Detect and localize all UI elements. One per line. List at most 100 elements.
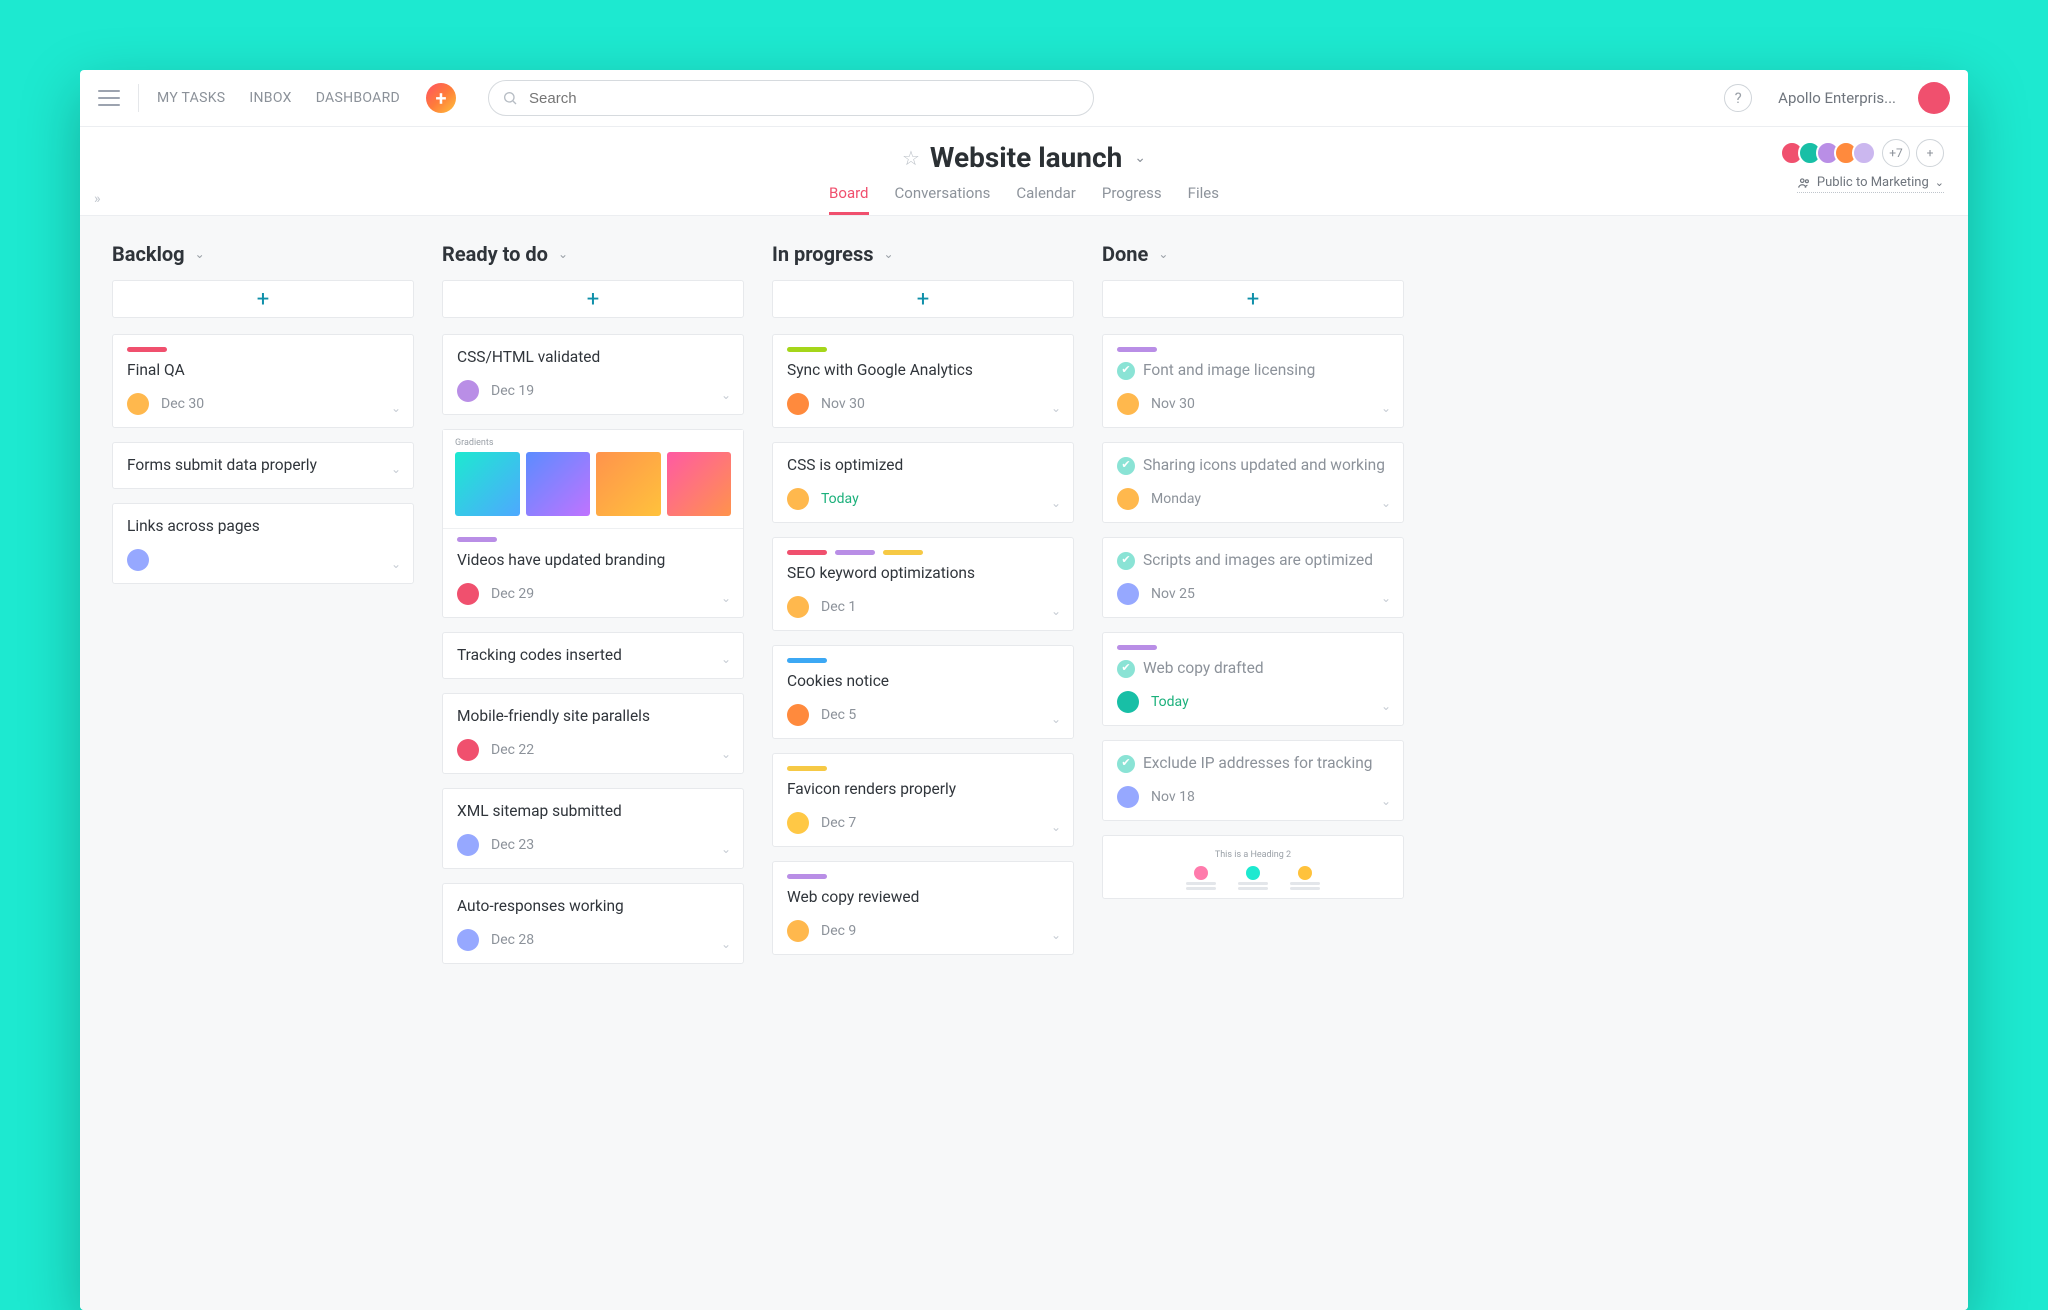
member-overflow-button[interactable]: +7 xyxy=(1882,139,1910,167)
chevron-down-icon[interactable]: ⌄ xyxy=(1381,401,1391,415)
task-card[interactable]: Scripts and images are optimizedNov 25⌄ xyxy=(1102,537,1404,618)
chevron-down-icon[interactable]: ⌄ xyxy=(721,388,731,402)
task-card[interactable]: Web copy draftedToday⌄ xyxy=(1102,632,1404,726)
assignee-avatar[interactable] xyxy=(787,920,809,942)
task-card[interactable]: Gradients Videos have updated brandingDe… xyxy=(442,429,744,618)
member-avatar[interactable] xyxy=(1852,141,1876,165)
chevron-down-icon[interactable]: ⌄ xyxy=(721,842,731,856)
global-add-button[interactable]: + xyxy=(426,83,456,113)
task-card[interactable]: CSS is optimizedToday⌄ xyxy=(772,442,1074,523)
nav-dashboard[interactable]: DASHBOARD xyxy=(316,90,400,106)
assignee-avatar[interactable] xyxy=(787,393,809,415)
tab-board[interactable]: Board xyxy=(829,184,868,215)
chevron-down-icon[interactable]: ⌄ xyxy=(391,401,401,415)
chevron-down-icon[interactable]: ⌄ xyxy=(721,937,731,951)
card-list: Font and image licensingNov 30⌄ Sharing i… xyxy=(1102,334,1404,899)
search-input[interactable] xyxy=(488,80,1094,116)
chevron-down-icon[interactable]: ⌄ xyxy=(1051,496,1061,510)
task-card[interactable]: Sharing icons updated and workingMonday⌄ xyxy=(1102,442,1404,523)
task-card[interactable]: Links across pages⌄ xyxy=(112,503,414,584)
chevron-down-icon[interactable]: ⌄ xyxy=(721,591,731,605)
task-card[interactable]: XML sitemap submittedDec 23⌄ xyxy=(442,788,744,869)
card-label xyxy=(457,537,497,542)
tab-files[interactable]: Files xyxy=(1188,184,1219,215)
project-visibility[interactable]: Public to Marketing ⌄ xyxy=(1797,175,1944,193)
task-card[interactable]: Mobile-friendly site parallelsDec 22⌄ xyxy=(442,693,744,774)
tab-progress[interactable]: Progress xyxy=(1102,184,1162,215)
task-card[interactable]: Web copy reviewedDec 9⌄ xyxy=(772,861,1074,955)
expand-sidebar-icon[interactable]: » xyxy=(94,191,101,207)
assignee-avatar[interactable] xyxy=(787,488,809,510)
task-card[interactable]: Font and image licensingNov 30⌄ xyxy=(1102,334,1404,428)
chevron-down-icon[interactable]: ⌄ xyxy=(721,747,731,761)
column-header[interactable]: Backlog⌄ xyxy=(112,242,414,266)
task-card[interactable]: Exclude IP addresses for trackingNov 18⌄ xyxy=(1102,740,1404,821)
assignee-avatar[interactable] xyxy=(457,583,479,605)
chevron-down-icon[interactable]: ⌄ xyxy=(1381,496,1391,510)
assignee-avatar[interactable] xyxy=(127,393,149,415)
assignee-avatar[interactable] xyxy=(1117,583,1139,605)
chevron-down-icon[interactable]: ⌄ xyxy=(1134,150,1146,166)
nav-inbox[interactable]: INBOX xyxy=(249,90,291,106)
add-card-button[interactable]: + xyxy=(772,280,1074,318)
assignee-avatar[interactable] xyxy=(1117,691,1139,713)
divider xyxy=(138,84,139,112)
chevron-down-icon[interactable]: ⌄ xyxy=(1051,928,1061,942)
task-card[interactable]: This is a Heading 2 xyxy=(1102,835,1404,899)
assignee-avatar[interactable] xyxy=(457,834,479,856)
chevron-down-icon[interactable]: ⌄ xyxy=(391,462,401,476)
chevron-down-icon[interactable]: ⌄ xyxy=(1051,401,1061,415)
current-user-avatar[interactable] xyxy=(1918,82,1950,114)
chevron-down-icon[interactable]: ⌄ xyxy=(1381,794,1391,808)
column-header[interactable]: Done⌄ xyxy=(1102,242,1404,266)
task-card[interactable]: Final QADec 30⌄ xyxy=(112,334,414,428)
assignee-avatar[interactable] xyxy=(1117,393,1139,415)
card-labels xyxy=(787,658,1059,663)
column-header[interactable]: In progress⌄ xyxy=(772,242,1074,266)
tab-conversations[interactable]: Conversations xyxy=(895,184,991,215)
assignee-avatar[interactable] xyxy=(1117,488,1139,510)
column-header[interactable]: Ready to do⌄ xyxy=(442,242,744,266)
assignee-avatar[interactable] xyxy=(787,596,809,618)
tab-calendar[interactable]: Calendar xyxy=(1016,184,1076,215)
menu-icon[interactable] xyxy=(98,90,120,106)
project-title[interactable]: Website launch xyxy=(930,141,1122,174)
star-icon[interactable]: ☆ xyxy=(902,146,920,170)
assignee-avatar[interactable] xyxy=(787,704,809,726)
chevron-down-icon[interactable]: ⌄ xyxy=(1051,604,1061,618)
assignee-avatar[interactable] xyxy=(787,812,809,834)
task-card[interactable]: Sync with Google AnalyticsNov 30⌄ xyxy=(772,334,1074,428)
chevron-down-icon[interactable]: ⌄ xyxy=(721,652,731,666)
assignee-avatar[interactable] xyxy=(457,739,479,761)
chevron-down-icon[interactable]: ⌄ xyxy=(1051,820,1061,834)
chevron-down-icon[interactable]: ⌄ xyxy=(1381,591,1391,605)
help-button[interactable]: ? xyxy=(1724,84,1752,112)
task-card[interactable]: SEO keyword optimizationsDec 1⌄ xyxy=(772,537,1074,631)
assignee-avatar[interactable] xyxy=(127,549,149,571)
assignee-avatar[interactable] xyxy=(457,380,479,402)
task-card[interactable]: Tracking codes inserted⌄ xyxy=(442,632,744,679)
add-card-button[interactable]: + xyxy=(442,280,744,318)
task-card[interactable]: Auto-responses workingDec 28⌄ xyxy=(442,883,744,964)
task-card[interactable]: Favicon renders properlyDec 7⌄ xyxy=(772,753,1074,847)
card-label xyxy=(1117,645,1157,650)
chevron-down-icon[interactable]: ⌄ xyxy=(391,557,401,571)
nav-my-tasks[interactable]: MY TASKS xyxy=(157,90,225,106)
card-title: Web copy reviewed xyxy=(787,887,1059,908)
due-date: Dec 19 xyxy=(491,383,534,399)
task-card[interactable]: Cookies noticeDec 5⌄ xyxy=(772,645,1074,739)
add-card-button[interactable]: + xyxy=(112,280,414,318)
card-label xyxy=(787,766,827,771)
workspace-switcher[interactable]: Apollo Enterpris... xyxy=(1778,89,1896,107)
assignee-avatar[interactable] xyxy=(1117,786,1139,808)
add-card-button[interactable]: + xyxy=(1102,280,1404,318)
task-card[interactable]: Forms submit data properly⌄ xyxy=(112,442,414,489)
card-list: Final QADec 30⌄ Forms submit data properl… xyxy=(112,334,414,584)
assignee-avatar[interactable] xyxy=(457,929,479,951)
task-card[interactable]: CSS/HTML validatedDec 19⌄ xyxy=(442,334,744,415)
add-member-button[interactable]: + xyxy=(1916,139,1944,167)
card-meta: Nov 25 xyxy=(1117,583,1389,605)
chevron-down-icon[interactable]: ⌄ xyxy=(1381,699,1391,713)
card-labels xyxy=(127,347,399,352)
chevron-down-icon[interactable]: ⌄ xyxy=(1051,712,1061,726)
